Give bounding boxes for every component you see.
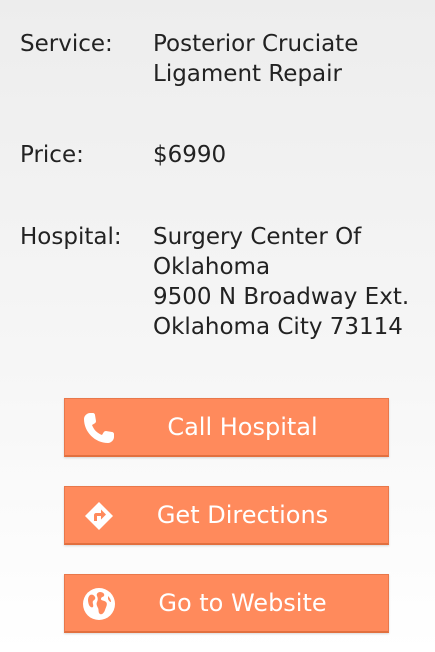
price-label: Price: [20,142,84,168]
hospital-city-line: Oklahoma City 73114 [153,314,403,340]
get-directions-button[interactable]: Get Directions [64,486,389,545]
hospital-name-line: Oklahoma [153,254,271,280]
hospital-row: Hospital: Surgery Center Of Oklahoma 950… [0,222,435,344]
directions-icon [81,498,117,534]
hospital-address-line: 9500 N Broadway Ext. [153,284,410,310]
service-value-line: Ligament Repair [153,61,342,87]
go-to-website-button[interactable]: Go to Website [64,574,389,633]
globe-icon [81,586,117,622]
price-value-text: $6990 [153,142,227,168]
service-value: Posterior Cruciate Ligament Repair [153,29,428,89]
service-label: Service: [20,31,113,57]
call-hospital-button[interactable]: Call Hospital [64,398,389,457]
call-hospital-label: Call Hospital [167,413,318,441]
service-value-line: Posterior Cruciate [153,31,359,57]
get-directions-label: Get Directions [156,501,329,529]
price-value: $6990 [153,140,428,170]
price-row: Price: $6990 [0,140,435,172]
hospital-name-line: Surgery Center Of [153,224,362,250]
phone-icon [81,410,117,446]
go-to-website-label: Go to Website [158,589,327,617]
hospital-label: Hospital: [20,224,122,250]
hospital-value: Surgery Center Of Oklahoma 9500 N Broadw… [153,222,428,342]
service-row: Service: Posterior Cruciate Ligament Rep… [0,29,435,91]
